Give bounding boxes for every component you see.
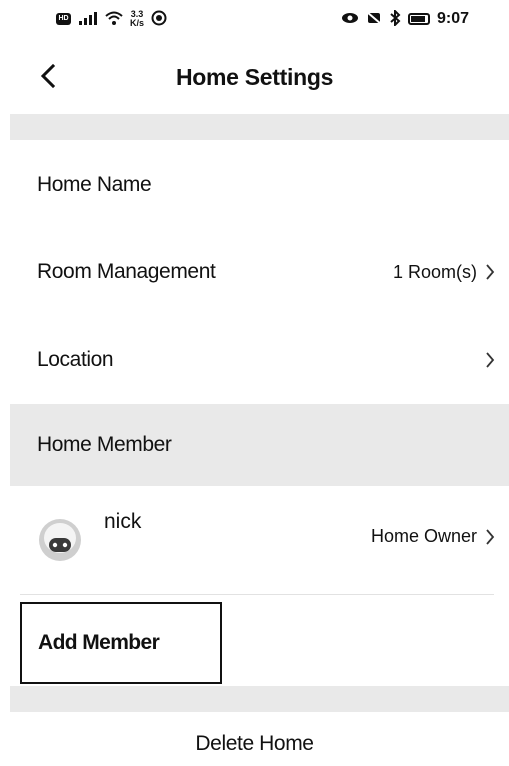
wifi-icon — [105, 11, 123, 27]
room-count-value: 1 Room(s) — [392, 261, 477, 282]
location-row[interactable]: Location — [0, 316, 509, 404]
status-right: 9:07 — [341, 8, 469, 28]
location-right — [485, 351, 495, 369]
member-role: Home Owner — [371, 526, 495, 547]
battery-icon — [407, 13, 430, 25]
bluetooth-icon — [389, 8, 401, 28]
status-bar: HD 3.3 K/s 9:07 — [0, 0, 509, 38]
home-name-label: Home Name — [37, 173, 152, 196]
back-button[interactable] — [30, 58, 66, 94]
header: Home Settings — [0, 48, 509, 106]
network-speed: 3.3 K/s — [130, 10, 144, 28]
avatar — [38, 518, 82, 562]
home-member-title: Home Member — [37, 433, 172, 456]
section-divider-bottom — [10, 686, 509, 712]
room-count: 1 Room(s) — [393, 262, 495, 283]
status-time: 9:07 — [436, 10, 469, 27]
page-title: Home Settings — [175, 63, 334, 90]
status-left: HD 3.3 K/s — [56, 10, 167, 28]
net-speed-unit: K/s — [130, 18, 145, 28]
add-member-button[interactable]: Add Member — [20, 602, 222, 684]
eye-icon — [341, 12, 359, 26]
member-role-label: Home Owner — [370, 526, 477, 546]
room-management-row[interactable]: Room Management 1 Room(s) — [0, 228, 509, 316]
home-member-section-header: Home Member — [10, 404, 509, 486]
home-name-row[interactable]: Home Name — [0, 142, 509, 228]
signal-icon — [78, 11, 98, 27]
delete-home-button[interactable]: Delete Home — [0, 732, 509, 766]
chevron-right-icon — [485, 351, 495, 369]
section-divider-top — [10, 114, 509, 140]
location-label: Location — [37, 348, 114, 371]
member-divider — [20, 594, 494, 595]
home-settings-screen: HD 3.3 K/s 9:07 Home Settings Home Name … — [0, 0, 509, 766]
mute-icon — [366, 11, 382, 27]
sync-icon — [151, 10, 167, 28]
room-management-label: Room Management — [37, 260, 216, 283]
member-name: nick — [104, 510, 142, 533]
chevron-right-icon — [485, 263, 495, 281]
chevron-right-icon — [485, 528, 495, 546]
chevron-left-icon — [40, 64, 56, 88]
hd-icon: HD — [56, 13, 71, 25]
